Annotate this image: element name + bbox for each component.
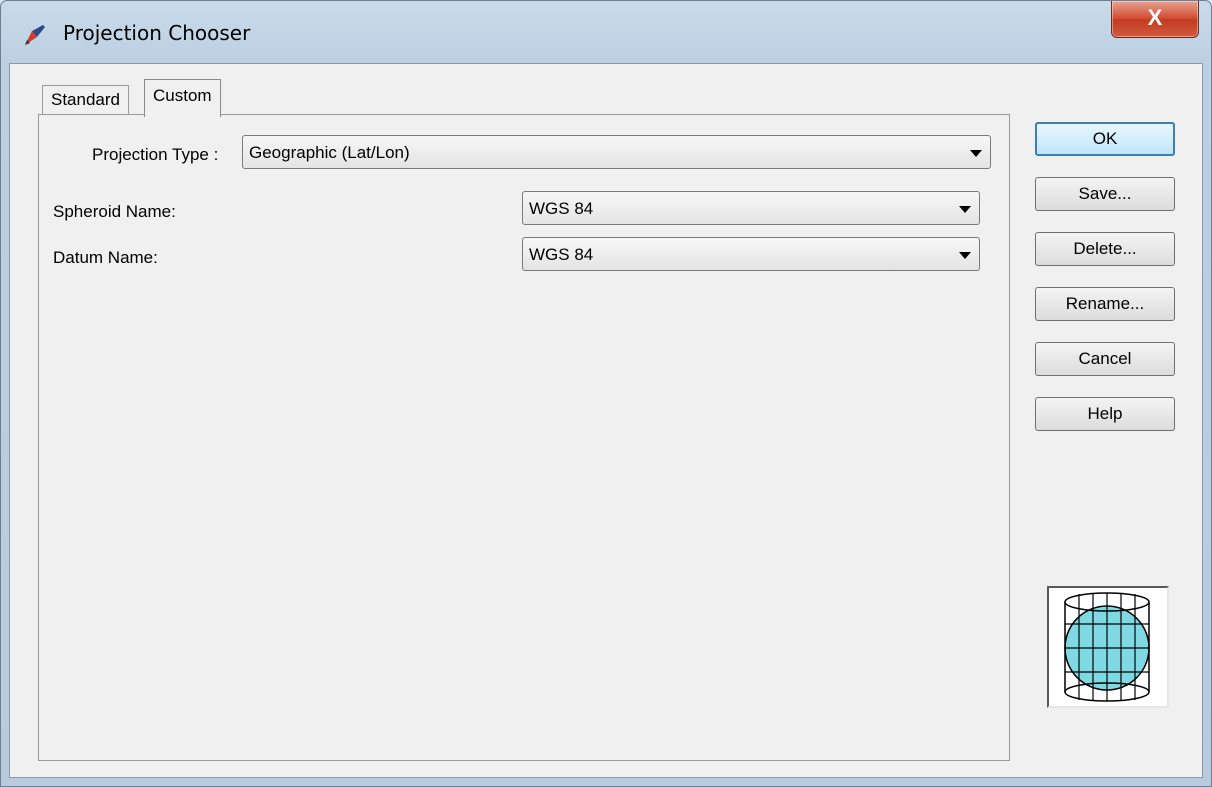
cylinder-projection-globe-icon (1064, 592, 1150, 702)
projection-type-value: Geographic (Lat/Lon) (249, 143, 410, 162)
spheroid-name-value: WGS 84 (529, 199, 594, 218)
chevron-down-icon (970, 150, 982, 157)
close-button[interactable]: X (1111, 1, 1199, 38)
datum-name-dropdown[interactable]: WGS 84 (522, 237, 980, 271)
chevron-down-icon (959, 252, 971, 259)
dialog-client-area: Standard Custom Projection Type : Geogra… (9, 63, 1203, 778)
spheroid-name-label: Spheroid Name: (53, 202, 176, 221)
cancel-button[interactable]: Cancel (1035, 342, 1175, 376)
ok-button[interactable]: OK (1035, 122, 1175, 156)
projection-type-label: Projection Type : (92, 145, 219, 164)
title-bar[interactable]: Projection Chooser X (1, 1, 1211, 63)
save-button[interactable]: Save... (1035, 177, 1175, 211)
projection-pencil-icon (25, 25, 45, 45)
help-button[interactable]: Help (1035, 397, 1175, 431)
rename-button[interactable]: Rename... (1035, 287, 1175, 321)
datum-name-label: Datum Name: (53, 248, 158, 267)
tab-standard[interactable]: Standard (42, 85, 129, 114)
chevron-down-icon (959, 206, 971, 213)
datum-name-value: WGS 84 (529, 245, 594, 264)
projection-chooser-dialog: Projection Chooser X Standard Custom Pro… (0, 0, 1212, 787)
projection-type-dropdown[interactable]: Geographic (Lat/Lon) (242, 135, 991, 169)
custom-tab-panel: Projection Type : Geographic (Lat/Lon) S… (38, 114, 1010, 761)
delete-button[interactable]: Delete... (1035, 232, 1175, 266)
window-title: Projection Chooser (63, 21, 251, 45)
tab-custom[interactable]: Custom (144, 79, 221, 117)
projection-preview (1047, 586, 1169, 708)
spheroid-name-dropdown[interactable]: WGS 84 (522, 191, 980, 225)
